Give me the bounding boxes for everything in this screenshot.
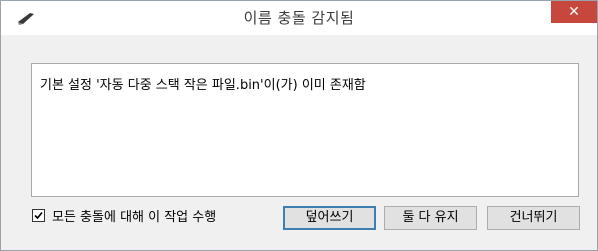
apply-to-all-checkbox[interactable] [32,208,45,222]
keep-both-button[interactable]: 둘 다 유지 [384,206,477,230]
close-button[interactable]: ✕ [551,1,597,23]
message-area: 기본 설정 '자동 다중 스택 작은 파일.bin'이(가) 이미 존재함 [31,63,579,197]
dialog-title: 이름 충돌 감지됨 [243,9,355,27]
name-conflict-dialog: 이름 충돌 감지됨 ✕ 기본 설정 '자동 다중 스택 작은 파일.bin'이(… [0,0,598,251]
title-bar[interactable]: 이름 충돌 감지됨 ✕ [1,1,597,35]
apply-to-all-label: 모든 충돌에 대해 이 작업 수행 [52,209,217,225]
overwrite-button[interactable]: 덮어쓰기 [283,206,376,230]
checkmark-icon [34,211,43,219]
conflict-message: 기본 설정 '자동 다중 스택 작은 파일.bin'이(가) 이미 존재함 [40,78,366,93]
close-icon: ✕ [568,4,580,20]
skip-button[interactable]: 건너뛰기 [487,206,580,230]
apply-to-all-option[interactable]: 모든 충돌에 대해 이 작업 수행 [32,206,217,225]
